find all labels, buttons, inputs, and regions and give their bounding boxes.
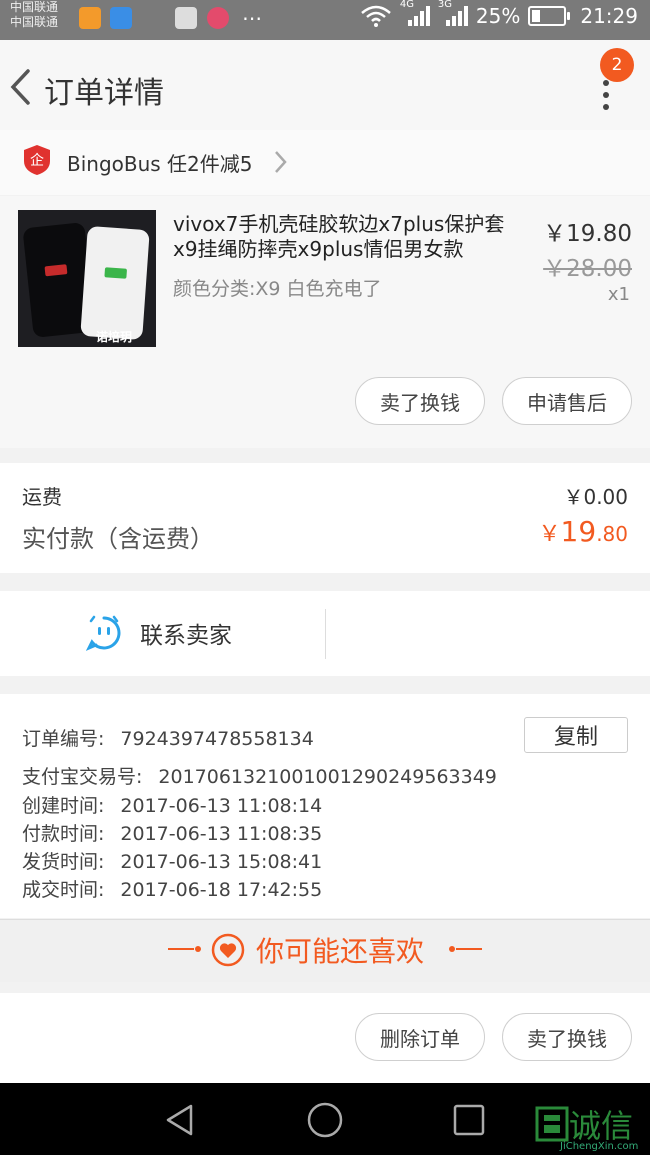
status-right: 4G 3G 25% 21:29 [360, 0, 638, 28]
product-image: 诺培玥 [18, 210, 156, 347]
paid-time-key: 付款时间: [22, 823, 105, 845]
completed-time-value: 2017-06-18 17:42:55 [120, 879, 323, 901]
totals-section: 运费 ￥0.00 实付款（含运费） ￥19.80 [0, 463, 650, 573]
paid-integer: 19 [560, 515, 597, 548]
product-price: ￥19.80 [543, 221, 632, 247]
signal-3g-icon: 3G [438, 0, 468, 28]
carrier-line-2: 中国联通 [10, 15, 59, 29]
contact-seller-label: 联系卖家 [140, 623, 232, 649]
shipping-label: 运费 [22, 485, 62, 509]
product-title[interactable]: vivox7手机壳硅胶软边x7plus保护套x9挂绳防摔壳x9plus情侣男女款 [173, 212, 523, 262]
more-notifications-icon: ⋯ [242, 6, 262, 30]
chevron-right-icon [275, 151, 287, 173]
signal-4g-icon: 4G [400, 0, 430, 28]
order-number-key: 订单编号: [22, 728, 105, 750]
completed-time-row: 成交时间: 2017-06-18 17:42:55 [22, 875, 322, 902]
heart-icon [211, 933, 245, 967]
shop-name: BingoBus 任2件减5 [67, 152, 253, 176]
title-bar: 订单详情 2 [0, 40, 650, 130]
recommend-banner: 你可能还喜欢 [0, 919, 650, 982]
health-app-icon [110, 7, 132, 29]
watermark-icon [535, 1106, 569, 1142]
shipped-time-value: 2017-06-13 15:08:41 [120, 851, 323, 873]
nav-home-icon[interactable] [306, 1101, 344, 1139]
back-arrow-icon[interactable] [8, 68, 32, 106]
product-card[interactable]: 诺培玥 vivox7手机壳硅胶软边x7plus保护套x9挂绳防摔壳x9plus情… [0, 196, 650, 448]
clock: 21:29 [580, 4, 638, 28]
bottom-sell-for-cash-button[interactable]: 卖了换钱 [502, 1013, 632, 1061]
battery-icon [528, 6, 571, 26]
page-title: 订单详情 [44, 76, 164, 111]
delete-order-button[interactable]: 删除订单 [355, 1013, 485, 1061]
watermark-sub: JiChengXin.com [560, 1141, 639, 1152]
paid-amount: ￥19.80 [539, 515, 628, 548]
paid-currency: ￥ [538, 522, 561, 547]
created-time-value: 2017-06-13 11:08:14 [120, 795, 323, 817]
paid-time-value: 2017-06-13 11:08:35 [120, 823, 323, 845]
nav-back-icon[interactable] [163, 1103, 197, 1137]
sell-for-cash-button[interactable]: 卖了换钱 [355, 377, 485, 425]
right-line-decoration [449, 946, 482, 952]
battery-percent: 25% [475, 4, 521, 28]
product-spec: 颜色分类:X9 白色充电了 [173, 278, 382, 300]
alipay-trade-value: 2017061321001001290249563349 [158, 766, 497, 788]
shop-logo-text: 企 [30, 152, 44, 169]
contact-section: 联系卖家 [0, 591, 650, 676]
recommend-label: 你可能还喜欢 [256, 935, 425, 968]
wifi-icon [361, 5, 391, 27]
created-time-key: 创建时间: [22, 795, 105, 817]
gallery-icon [175, 7, 197, 29]
notification-badge: 2 [600, 48, 634, 82]
order-number-value: 7924397478558134 [120, 728, 314, 750]
shipped-time-row: 发货时间: 2017-06-13 15:08:41 [22, 847, 322, 874]
carrier-line-1: 中国联通 [10, 0, 59, 14]
divider [325, 609, 326, 659]
carrier-info: 中国联通 中国联通 [10, 0, 58, 30]
copy-button[interactable]: 复制 [524, 717, 628, 753]
shipping-value: ￥0.00 [563, 485, 628, 509]
status-bar: 中国联通 中国联通 ⋯ 4G 3G 25% 21:29 [0, 0, 650, 40]
order-info-section: 复制 订单编号: 7924397478558134 支付宝交易号: 20170613… [0, 694, 650, 918]
alipay-trade-row: 支付宝交易号: 2017061321001001290249563349 [22, 762, 497, 789]
uc-browser-icon [79, 7, 101, 29]
product-original-price: ￥28.00 [543, 256, 632, 282]
completed-time-key: 成交时间: [22, 879, 105, 901]
contact-seller-button[interactable]: 联系卖家 [86, 615, 232, 651]
shipped-time-key: 发货时间: [22, 851, 105, 873]
apply-after-sales-button[interactable]: 申请售后 [502, 377, 632, 425]
alipay-trade-key: 支付宝交易号: [22, 766, 143, 788]
system-nav-bar: 诚信 JiChengXin.com [0, 1083, 650, 1155]
product-quantity: x1 [607, 284, 630, 305]
nav-recents-icon[interactable] [452, 1103, 486, 1137]
paid-decimal: .80 [596, 522, 628, 546]
image-caption: 诺培玥 [96, 330, 133, 344]
paid-time-row: 付款时间: 2017-06-13 11:08:35 [22, 819, 322, 846]
order-number-row: 订单编号: 7924397478558134 [22, 724, 314, 751]
bottom-action-bar: 删除订单 卖了换钱 [0, 993, 650, 1083]
left-line-decoration [168, 946, 201, 952]
paid-label: 实付款（含运费） [22, 525, 214, 553]
chat-bubble-icon [86, 615, 121, 651]
shop-logo-icon: 企 [24, 145, 50, 175]
shop-row[interactable]: 企 BingoBus 任2件减5 [0, 130, 650, 195]
created-time-row: 创建时间: 2017-06-13 11:08:14 [22, 791, 322, 818]
app-notification-icon [207, 7, 229, 29]
